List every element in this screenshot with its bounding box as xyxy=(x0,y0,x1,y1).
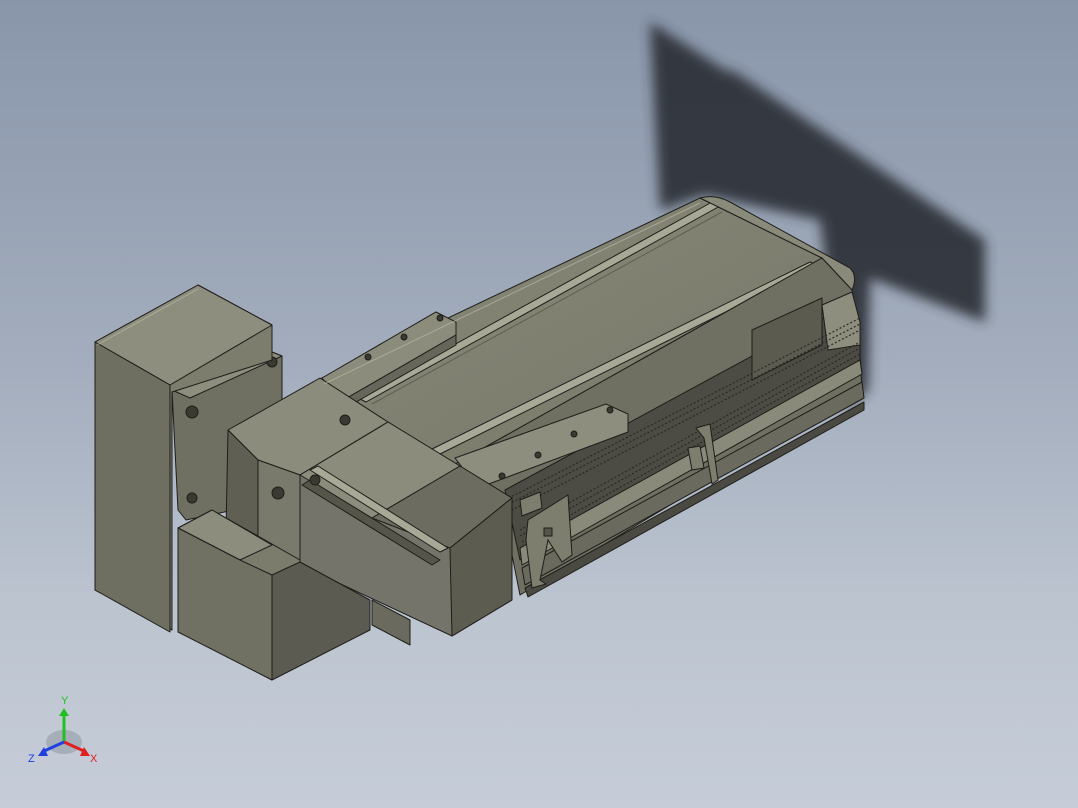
x-axis-label: X xyxy=(90,753,98,765)
z-axis-label: Z xyxy=(28,753,35,765)
orientation-triad[interactable]: Y X Z xyxy=(26,692,106,772)
model-scene[interactable] xyxy=(0,0,1078,808)
graphics-viewport[interactable]: Y X Z xyxy=(0,0,1078,808)
y-axis-label: Y xyxy=(61,695,69,707)
